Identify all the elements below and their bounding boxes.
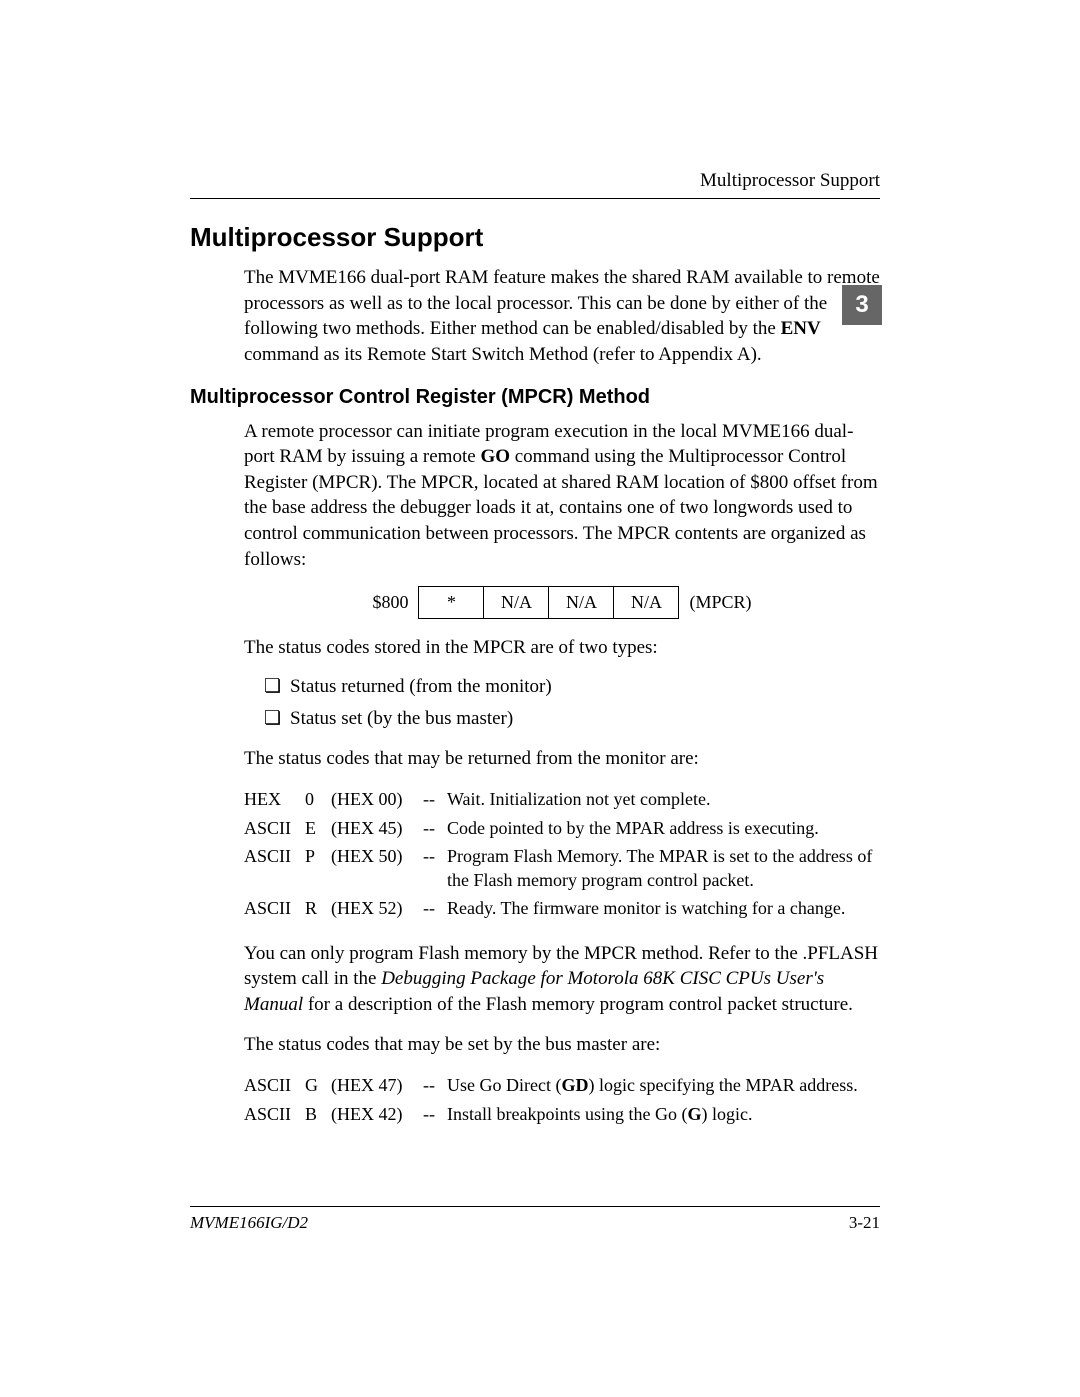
table-row: ASCII R (HEX 52) -- Ready. The firmware … [244,894,880,922]
desc-bold: G [687,1104,701,1124]
code-dash: -- [417,785,447,813]
flash-post: for a description of the Flash memory pr… [303,994,853,1015]
code-dash: -- [417,842,447,895]
code-dash: -- [417,894,447,922]
set-codes-table: ASCII G (HEX 47) -- Use Go Direct (GD) l… [244,1071,864,1128]
intro-block: The MVME166 dual-port RAM feature makes … [244,265,880,368]
mpcr-block: A remote processor can initiate program … [244,419,880,1128]
flash-paragraph: You can only program Flash memory by the… [244,941,880,1018]
mpcr-layout-table: $800 * N/A N/A N/A (MPCR) [362,586,761,618]
running-header: Multiprocessor Support [700,170,880,192]
code-desc: Wait. Initialization not yet complete. [447,785,880,813]
code-char: E [305,814,331,842]
desc-post: ) logic. [701,1104,752,1124]
subsection-heading: Multiprocessor Control Register (MPCR) M… [190,386,880,409]
code-desc: Program Flash Memory. The MPAR is set to… [447,842,880,895]
code-char: R [305,894,331,922]
table-row: ASCII E (HEX 45) -- Code pointed to by t… [244,814,880,842]
mpcr-go-bold: GO [480,446,510,467]
desc-pre: Use Go Direct ( [447,1075,561,1095]
code-hex: (HEX 52) [331,894,417,922]
code-desc: Install breakpoints using the Go (G) log… [447,1100,864,1128]
code-encoding: ASCII [244,814,305,842]
content-area: Multiprocessor Support The MVME166 dual-… [190,222,880,1146]
mpcr-addr: $800 [362,587,419,618]
status-intro: The status codes stored in the MPCR are … [244,635,880,661]
code-encoding: ASCII [244,842,305,895]
code-char: B [305,1100,331,1128]
code-char: G [305,1071,331,1099]
code-desc: Ready. The firmware monitor is watching … [447,894,880,922]
intro-env-bold: ENV [781,318,821,339]
code-encoding: ASCII [244,894,305,922]
page: Multiprocessor Support 3 Multiprocessor … [0,0,1080,1397]
header-rule [190,198,880,199]
code-desc: Use Go Direct (GD) logic specifying the … [447,1071,864,1099]
footer-doc-id: MVME166IG/D2 [190,1213,308,1233]
mpcr-label: (MPCR) [679,587,762,618]
footer-page-number: 3-21 [849,1213,880,1233]
set-intro: The status codes that may be set by the … [244,1032,880,1058]
section-heading: Multiprocessor Support [190,222,880,253]
code-dash: -- [417,1100,447,1128]
code-dash: -- [417,1071,447,1099]
list-item: Status set (by the bus master) [264,706,880,732]
intro-text-post: command as its Remote Start Switch Metho… [244,344,762,365]
mpcr-row: $800 * N/A N/A N/A (MPCR) [362,587,761,618]
desc-post: ) logic specifying the MPAR address. [588,1075,857,1095]
mpcr-cell-2: N/A [484,587,549,618]
code-encoding: ASCII [244,1100,305,1128]
returned-intro: The status codes that may be returned fr… [244,746,880,772]
desc-bold: GD [561,1075,588,1095]
code-encoding: HEX [244,785,305,813]
table-row: ASCII B (HEX 42) -- Install breakpoints … [244,1100,864,1128]
intro-paragraph: The MVME166 dual-port RAM feature makes … [244,265,880,368]
table-row: HEX 0 (HEX 00) -- Wait. Initialization n… [244,785,880,813]
mpcr-paragraph: A remote processor can initiate program … [244,419,880,573]
table-row: ASCII P (HEX 50) -- Program Flash Memory… [244,842,880,895]
code-hex: (HEX 47) [331,1071,417,1099]
code-hex: (HEX 45) [331,814,417,842]
mpcr-cell-1: * [419,587,484,618]
code-hex: (HEX 00) [331,785,417,813]
table-row: ASCII G (HEX 47) -- Use Go Direct (GD) l… [244,1071,864,1099]
code-char: 0 [305,785,331,813]
returned-codes-table: HEX 0 (HEX 00) -- Wait. Initialization n… [244,785,880,922]
footer-rule [190,1206,880,1207]
mpcr-cell-4: N/A [614,587,679,618]
code-desc: Code pointed to by the MPAR address is e… [447,814,880,842]
code-char: P [305,842,331,895]
code-encoding: ASCII [244,1071,305,1099]
list-item: Status returned (from the monitor) [264,674,880,700]
desc-pre: Install breakpoints using the Go ( [447,1104,687,1124]
status-bullets: Status returned (from the monitor) Statu… [264,674,880,731]
code-hex: (HEX 42) [331,1100,417,1128]
mpcr-cell-3: N/A [549,587,614,618]
code-hex: (HEX 50) [331,842,417,895]
code-dash: -- [417,814,447,842]
